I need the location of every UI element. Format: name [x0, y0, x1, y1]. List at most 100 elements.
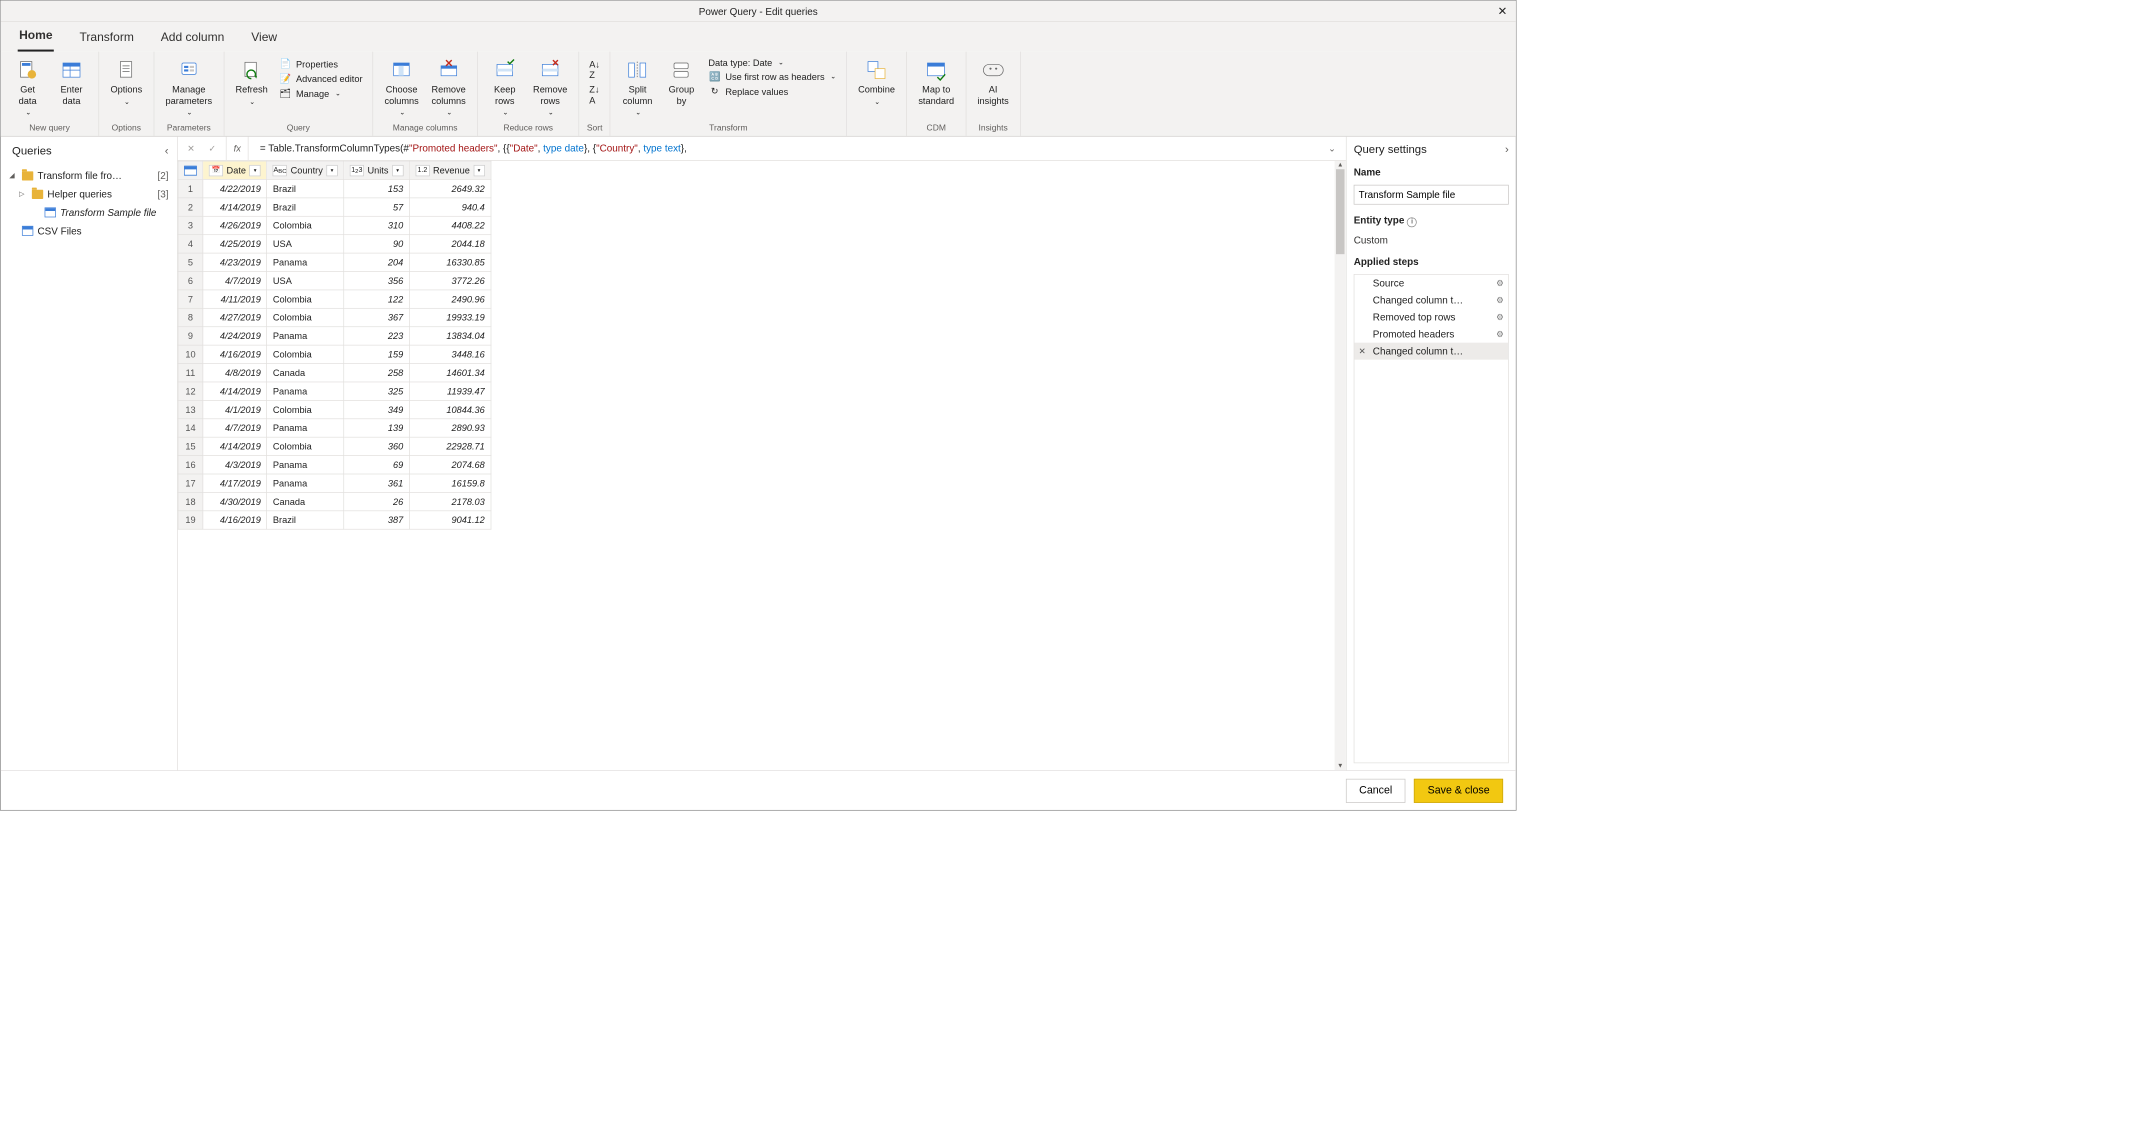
- cell-revenue[interactable]: 2178.03: [409, 493, 490, 511]
- vertical-scrollbar[interactable]: ▲ ▼: [1335, 161, 1346, 770]
- table-row[interactable]: 24/14/2019Brazil57940.4: [178, 198, 491, 216]
- cell-date[interactable]: 4/16/2019: [203, 511, 267, 529]
- properties-button[interactable]: 📄Properties: [279, 57, 363, 70]
- table-row[interactable]: 164/3/2019Panama692074.68: [178, 456, 491, 474]
- collapse-settings-button[interactable]: ›: [1505, 144, 1509, 157]
- scroll-down-icon[interactable]: ▼: [1335, 762, 1346, 770]
- gear-icon[interactable]: ⚙: [1496, 312, 1504, 322]
- manage-button[interactable]: 🗂Manage⌄: [279, 87, 363, 100]
- cell-date[interactable]: 4/25/2019: [203, 235, 267, 253]
- ai-insights-button[interactable]: AI insights: [973, 56, 1013, 109]
- cell-units[interactable]: 26: [344, 493, 410, 511]
- table-row[interactable]: 184/30/2019Canada262178.03: [178, 493, 491, 511]
- info-icon[interactable]: i: [1407, 217, 1417, 227]
- cell-country[interactable]: Canada: [267, 364, 344, 382]
- query-name-input[interactable]: [1354, 185, 1509, 205]
- row-number[interactable]: 11: [178, 364, 203, 382]
- cell-units[interactable]: 387: [344, 511, 410, 529]
- cell-date[interactable]: 4/11/2019: [203, 290, 267, 308]
- applied-step[interactable]: Changed column t…⚙: [1354, 291, 1508, 308]
- row-number[interactable]: 14: [178, 419, 203, 437]
- cell-units[interactable]: 57: [344, 198, 410, 216]
- cell-revenue[interactable]: 9041.12: [409, 511, 490, 529]
- cancel-button[interactable]: Cancel: [1346, 778, 1406, 802]
- table-row[interactable]: 134/1/2019Colombia34910844.36: [178, 401, 491, 419]
- remove-columns-button[interactable]: Remove columns⌄: [427, 56, 470, 121]
- table-row[interactable]: 154/14/2019Colombia36022928.71: [178, 437, 491, 455]
- cell-country[interactable]: Panama: [267, 456, 344, 474]
- type-icon[interactable]: 1.2: [415, 165, 429, 176]
- row-number[interactable]: 1: [178, 180, 203, 198]
- cell-date[interactable]: 4/14/2019: [203, 382, 267, 400]
- cell-country[interactable]: Brazil: [267, 198, 344, 216]
- map-standard-button[interactable]: Map to standard: [914, 56, 958, 109]
- formula-text[interactable]: = Table.TransformColumnTypes(#"Promoted …: [254, 142, 1318, 154]
- cell-date[interactable]: 4/8/2019: [203, 364, 267, 382]
- query-item[interactable]: Transform Sample file: [5, 203, 173, 221]
- tab-transform[interactable]: Transform: [78, 25, 135, 52]
- cell-units[interactable]: 139: [344, 419, 410, 437]
- table-row[interactable]: 44/25/2019USA902044.18: [178, 235, 491, 253]
- cell-revenue[interactable]: 19933.19: [409, 308, 490, 326]
- cell-date[interactable]: 4/17/2019: [203, 474, 267, 492]
- combine-button[interactable]: Combine⌄: [854, 56, 899, 110]
- table-row[interactable]: 174/17/2019Panama36116159.8: [178, 474, 491, 492]
- table-row[interactable]: 104/16/2019Colombia1593448.16: [178, 345, 491, 363]
- cell-units[interactable]: 367: [344, 308, 410, 326]
- cell-units[interactable]: 360: [344, 437, 410, 455]
- cell-date[interactable]: 4/7/2019: [203, 419, 267, 437]
- cell-date[interactable]: 4/14/2019: [203, 198, 267, 216]
- cell-date[interactable]: 4/22/2019: [203, 180, 267, 198]
- column-header-country[interactable]: ABCCountry▾: [267, 161, 344, 179]
- scrollbar-thumb[interactable]: [1336, 169, 1344, 254]
- cell-units[interactable]: 223: [344, 327, 410, 345]
- type-icon[interactable]: 123: [350, 165, 364, 176]
- column-header-date[interactable]: 📅Date▾: [203, 161, 267, 179]
- replace-values-button[interactable]: ↻Replace values: [708, 85, 836, 98]
- cell-country[interactable]: Panama: [267, 474, 344, 492]
- refresh-button[interactable]: Refresh⌄: [231, 56, 272, 110]
- query-item[interactable]: CSV Files: [5, 222, 173, 240]
- group-by-button[interactable]: Group by: [662, 56, 702, 109]
- row-number[interactable]: 15: [178, 437, 203, 455]
- cell-country[interactable]: Brazil: [267, 180, 344, 198]
- row-number[interactable]: 10: [178, 345, 203, 363]
- filter-button[interactable]: ▾: [473, 165, 484, 176]
- cell-date[interactable]: 4/3/2019: [203, 456, 267, 474]
- filter-button[interactable]: ▾: [326, 165, 337, 176]
- split-column-button[interactable]: Split column⌄: [618, 56, 658, 121]
- tab-home[interactable]: Home: [18, 23, 54, 52]
- applied-step[interactable]: Source⚙: [1354, 274, 1508, 291]
- cell-country[interactable]: Panama: [267, 253, 344, 271]
- cell-country[interactable]: Panama: [267, 419, 344, 437]
- data-type-button[interactable]: Data type: Date⌄: [708, 57, 836, 68]
- cell-revenue[interactable]: 16159.8: [409, 474, 490, 492]
- cell-country[interactable]: Panama: [267, 382, 344, 400]
- cell-country[interactable]: USA: [267, 235, 344, 253]
- scroll-up-icon[interactable]: ▲: [1335, 161, 1346, 169]
- cell-country[interactable]: Colombia: [267, 308, 344, 326]
- row-number[interactable]: 4: [178, 235, 203, 253]
- type-icon[interactable]: 📅: [209, 165, 223, 176]
- cell-country[interactable]: USA: [267, 272, 344, 290]
- advanced-editor-button[interactable]: 📝Advanced editor: [279, 72, 363, 85]
- table-row[interactable]: 124/14/2019Panama32511939.47: [178, 382, 491, 400]
- choose-columns-button[interactable]: Choose columns⌄: [380, 56, 423, 121]
- cell-units[interactable]: 325: [344, 382, 410, 400]
- cell-revenue[interactable]: 2890.93: [409, 419, 490, 437]
- cell-units[interactable]: 204: [344, 253, 410, 271]
- row-number[interactable]: 16: [178, 456, 203, 474]
- cell-country[interactable]: Colombia: [267, 401, 344, 419]
- gear-icon[interactable]: ⚙: [1496, 295, 1504, 305]
- remove-rows-button[interactable]: Remove rows⌄: [529, 56, 572, 121]
- filter-button[interactable]: ▾: [392, 165, 403, 176]
- row-number[interactable]: 5: [178, 253, 203, 271]
- applied-step[interactable]: Removed top rows⚙: [1354, 308, 1508, 325]
- cell-country[interactable]: Brazil: [267, 511, 344, 529]
- tab-view[interactable]: View: [250, 25, 279, 52]
- filter-button[interactable]: ▾: [250, 165, 261, 176]
- cell-units[interactable]: 310: [344, 216, 410, 234]
- cell-date[interactable]: 4/24/2019: [203, 327, 267, 345]
- row-number[interactable]: 13: [178, 401, 203, 419]
- row-number[interactable]: 2: [178, 198, 203, 216]
